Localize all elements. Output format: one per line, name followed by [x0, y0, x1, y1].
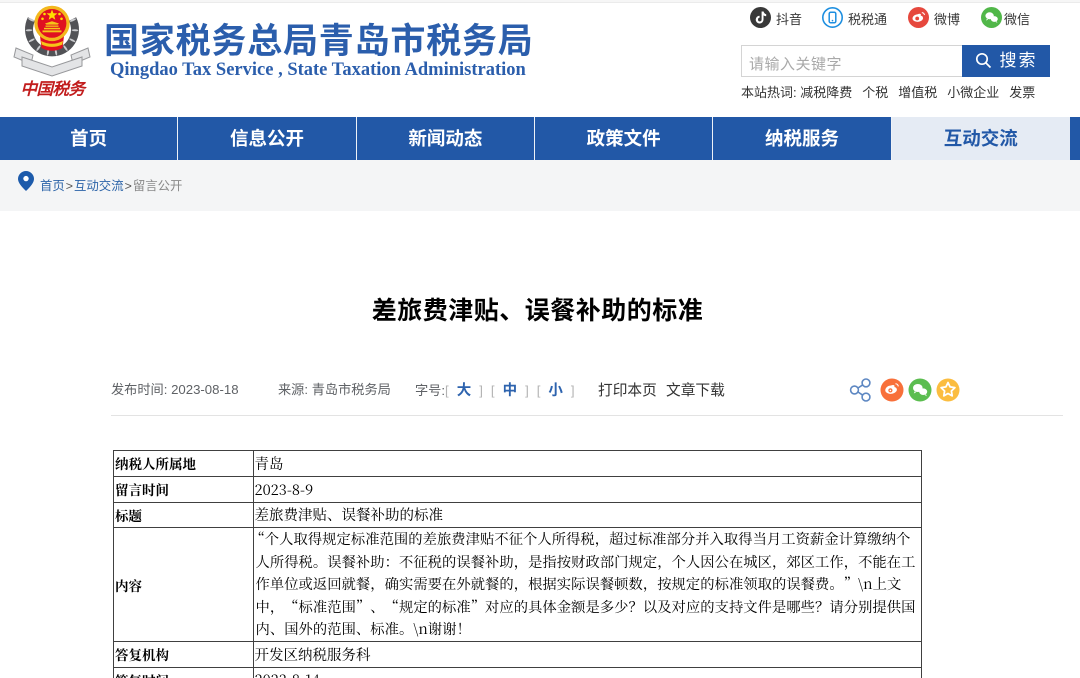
svg-text:中国税务: 中国税务 — [21, 80, 88, 99]
